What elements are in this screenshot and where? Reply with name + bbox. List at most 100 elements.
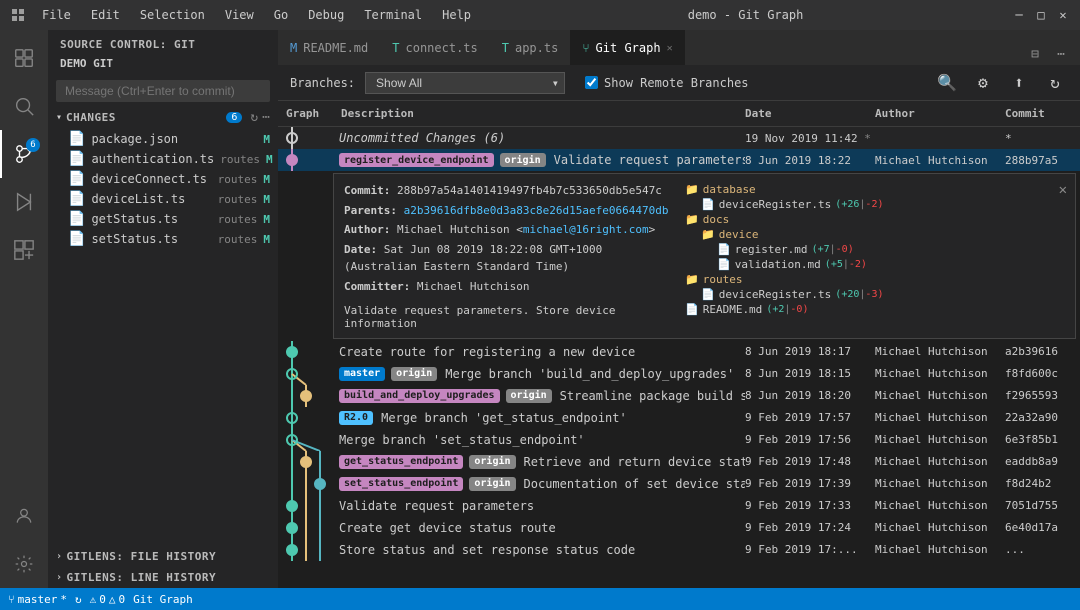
close-button[interactable]: ✕: [1056, 8, 1070, 22]
commit-message-input[interactable]: [56, 80, 270, 102]
app-icon: [10, 7, 26, 23]
file-name: deviceConnect.ts: [91, 172, 211, 186]
commit-row-288b97a5[interactable]: register_device_endpoint origin Validate…: [278, 149, 1080, 171]
graph-svg: [278, 429, 333, 451]
commit-row-6e3f85b1[interactable]: Merge branch 'set_status_endpoint' 9 Feb…: [278, 429, 1080, 451]
tab-app[interactable]: T app.ts: [490, 30, 571, 65]
activity-settings[interactable]: [0, 540, 48, 588]
header-date: Date: [745, 107, 875, 120]
settings-button[interactable]: ⚙: [970, 70, 996, 96]
date-suffix: *: [864, 132, 871, 145]
activity-search[interactable]: [0, 82, 48, 130]
file-item-package[interactable]: 📄 package.json M: [48, 129, 278, 149]
more-actions-icon[interactable]: ⋯: [262, 110, 270, 125]
branch-icon: ⑂: [8, 593, 15, 606]
file-register-md[interactable]: 📄 register.md (+7|-0): [701, 242, 1065, 257]
minimize-button[interactable]: ─: [1012, 8, 1026, 22]
changes-section-header[interactable]: ▾ CHANGES 6 ↻ ⋯: [48, 106, 278, 129]
file-item-deviceconnect[interactable]: 📄 deviceConnect.ts routes M: [48, 169, 278, 189]
commit-description: Validate request parameters. Store devic…: [554, 153, 745, 167]
commit-row-7051d755[interactable]: Validate request parameters 9 Feb 2019 1…: [278, 495, 1080, 517]
refresh-icon[interactable]: ↻: [250, 110, 258, 125]
commit-row-6e40d17a[interactable]: Create get device status route 9 Feb 201…: [278, 517, 1080, 539]
menu-selection[interactable]: Selection: [132, 6, 213, 24]
tab-connect[interactable]: T connect.ts: [380, 30, 489, 65]
date-cell: 8 Jun 2019 18:17: [745, 345, 875, 358]
menu-view[interactable]: View: [217, 6, 262, 24]
file-item-getstatus[interactable]: 📄 getStatus.ts routes M: [48, 209, 278, 229]
gitlens-line-history[interactable]: › GITLENS: LINE HISTORY: [48, 567, 278, 588]
graph-table-header: Graph Description Date Author Commit: [278, 101, 1080, 127]
branch-badge-origin: origin: [500, 153, 546, 167]
file-readme[interactable]: 📄 README.md (+2|-0): [685, 302, 1065, 317]
activity-extensions[interactable]: [0, 226, 48, 274]
menu-go[interactable]: Go: [266, 6, 296, 24]
commit-row-f8d24b2[interactable]: set_status_endpoint origin Documentation…: [278, 473, 1080, 495]
commit-row-a2b39616[interactable]: Create route for registering a new devic…: [278, 341, 1080, 363]
file-item-setstatus[interactable]: 📄 setStatus.ts routes M: [48, 229, 278, 249]
maximize-button[interactable]: □: [1034, 8, 1048, 22]
expanded-top: Commit: 288b97a54a1401419497fb4b7c533650…: [344, 182, 1065, 330]
branch-badge-register: register_device_endpoint: [339, 153, 494, 167]
activity-account[interactable]: [0, 492, 48, 540]
status-branch[interactable]: ⑂ master *: [8, 593, 67, 606]
status-sync[interactable]: ↻: [75, 593, 82, 606]
desc-cell: register_device_endpoint origin Validate…: [333, 153, 745, 167]
menu-help[interactable]: Help: [434, 6, 479, 24]
file-deviceregister-db[interactable]: 📄 deviceRegister.ts (+26|-2): [685, 197, 1065, 212]
date-line: Date: Sat Jun 08 2019 18:22:08 GMT+1000 …: [344, 241, 673, 276]
author-cell: Michael Hutchison: [875, 367, 1005, 380]
tab-readme[interactable]: M README.md: [278, 30, 380, 65]
gitlens-file-history[interactable]: › GITLENS: FILE HISTORY: [48, 546, 278, 567]
activity-run[interactable]: [0, 178, 48, 226]
commit-row-f2965593[interactable]: build_and_deploy_upgrades origin Streaml…: [278, 385, 1080, 407]
menu-debug[interactable]: Debug: [300, 6, 352, 24]
file-deviceregister-routes[interactable]: 📄 deviceRegister.ts (+20|-3): [685, 287, 1065, 302]
status-errors[interactable]: ⚠ 0 △ 0: [90, 593, 126, 606]
menu-file[interactable]: File: [34, 6, 79, 24]
search-commits-button[interactable]: 🔍: [934, 70, 960, 96]
commit-row-22a32a90[interactable]: R2.0 Merge branch 'get_status_endpoint' …: [278, 407, 1080, 429]
close-expand-button[interactable]: ✕: [1059, 182, 1067, 198]
show-remote-branches-checkbox[interactable]: [585, 76, 598, 89]
more-tabs-button[interactable]: ⋯: [1050, 43, 1072, 65]
commit-row-store[interactable]: Store status and set response status cod…: [278, 539, 1080, 561]
warning-icon: △: [109, 593, 116, 606]
commit-cell: f8fd600c: [1005, 367, 1080, 380]
file-path: routes: [218, 213, 258, 226]
status-git-graph[interactable]: Git Graph: [133, 593, 193, 606]
commit-row-eaddb8a9[interactable]: get_status_endpoint origin Retrieve and …: [278, 451, 1080, 473]
commit-description: Merge branch 'get_status_endpoint': [381, 411, 627, 425]
file-validation-md[interactable]: 📄 validation.md (+5|-2): [701, 257, 1065, 272]
author-email[interactable]: michael@16right.com: [523, 223, 649, 236]
error-icon: ⚠: [90, 593, 97, 606]
branch-select[interactable]: Show All: [365, 72, 565, 94]
window-controls: ─ □ ✕: [1012, 8, 1070, 22]
graph-content: Uncommitted Changes (6) 19 Nov 2019 11:4…: [278, 127, 1080, 588]
graph-svg: [278, 149, 333, 171]
split-editor-button[interactable]: ⊟: [1024, 43, 1046, 65]
file-icon: 📄: [701, 198, 715, 211]
author-cell: Michael Hutchison: [875, 455, 1005, 468]
file-item-devicelist[interactable]: 📄 deviceList.ts routes M: [48, 189, 278, 209]
date-cell: 8 Jun 2019 18:22: [745, 154, 875, 167]
parent-link[interactable]: a2b39616dfb8e0d3a83c8e26d15aefe0664470db: [404, 204, 669, 217]
branches-label: Branches:: [290, 76, 355, 90]
activity-explorer[interactable]: [0, 34, 48, 82]
file-name: deviceList.ts: [91, 192, 211, 206]
menu-terminal[interactable]: Terminal: [356, 6, 430, 24]
menu-edit[interactable]: Edit: [83, 6, 128, 24]
refresh-button[interactable]: ↻: [1042, 70, 1068, 96]
tab-close-button[interactable]: ✕: [667, 43, 673, 54]
activity-source-control[interactable]: 6: [0, 130, 48, 178]
commit-cell: f2965593: [1005, 389, 1080, 402]
file-item-authentication[interactable]: 📄 authentication.ts routes M: [48, 149, 278, 169]
tab-git-graph[interactable]: ⑂ Git Graph ✕: [570, 30, 684, 65]
header-description: Description: [333, 107, 745, 120]
commit-row-uncommitted[interactable]: Uncommitted Changes (6) 19 Nov 2019 11:4…: [278, 127, 1080, 149]
fetch-button[interactable]: ⬆: [1006, 70, 1032, 96]
commit-cell: 288b97a5: [1005, 154, 1080, 167]
desc-cell: Uncommitted Changes (6): [333, 131, 745, 145]
commit-row-f8fd600c[interactable]: master origin Merge branch 'build_and_de…: [278, 363, 1080, 385]
sidebar: SOURCE CONTROL: GIT DEMO GIT ▾ CHANGES 6…: [48, 30, 278, 588]
